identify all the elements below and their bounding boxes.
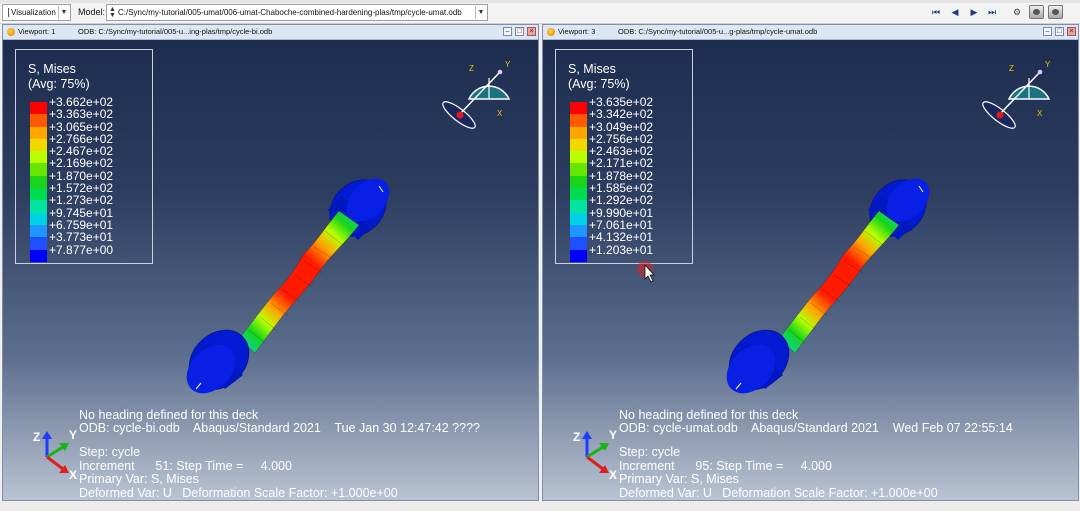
step-info: Step: cycle (79, 445, 141, 459)
module-value: Visualization (11, 8, 56, 17)
svg-text:Z: Z (33, 430, 40, 444)
svg-text:X: X (69, 468, 77, 479)
spinner-icon[interactable]: ▲ ▼ (109, 6, 116, 19)
module-tick-icon (4, 8, 9, 17)
step-info: Step: cycle (619, 445, 681, 459)
svg-text:Z: Z (573, 430, 580, 444)
model-select[interactable]: ▲ ▼ C:/Sync/my-tutorial/005-umat/006-umat… (106, 4, 488, 21)
model-label: Model: (78, 7, 106, 17)
top-strip (0, 0, 1080, 3)
svg-text:Y: Y (609, 428, 617, 442)
next-frame-button[interactable]: ▶ (967, 5, 981, 20)
primary-var-info: Primary Var: S, Mises (79, 472, 199, 486)
capture-icon[interactable] (1029, 5, 1044, 19)
camera-icon[interactable] (1048, 5, 1063, 19)
odb-info: ODB: cycle-bi.odb Abaqus/Standard 2021 T… (79, 421, 480, 435)
global-axes-triad-icon: Z Y X (33, 428, 77, 479)
chevron-down-icon[interactable]: ▼ (475, 6, 486, 19)
first-frame-button[interactable]: ⏮ (929, 5, 943, 20)
module-select[interactable]: Visualization ▼ (2, 4, 71, 21)
toolbar: Visualization ▼ Model: ▲ ▼ C:/Sync/my-tut… (0, 0, 1080, 24)
model-path: C:/Sync/my-tutorial/005-umat/006-umat-Ch… (118, 8, 462, 17)
global-axes-triad-icon: Z Y X (573, 428, 617, 479)
svg-text:X: X (609, 468, 617, 479)
animate-icon[interactable]: ⚙ (1011, 5, 1023, 20)
odb-info: ODB: cycle-umat.odb Abaqus/Standard 2021… (619, 421, 1013, 435)
viewport-1[interactable]: Viewport: 1 ODB: C:/Sync/my-tutorial/005… (2, 24, 539, 501)
status-bar (0, 501, 1080, 511)
chevron-down-icon[interactable]: ▼ (58, 6, 69, 19)
last-frame-button[interactable]: ⏭ (985, 5, 999, 20)
deformed-var-info: Deformed Var: U Deformation Scale Factor… (79, 486, 398, 500)
deformed-var-info: Deformed Var: U Deformation Scale Factor… (619, 486, 938, 500)
svg-text:Y: Y (69, 428, 77, 442)
previous-frame-button[interactable]: ◀ (948, 5, 962, 20)
viewport-3[interactable]: Viewport: 3 ODB: C:/Sync/my-tutorial/005… (542, 24, 1079, 501)
primary-var-info: Primary Var: S, Mises (619, 472, 739, 486)
